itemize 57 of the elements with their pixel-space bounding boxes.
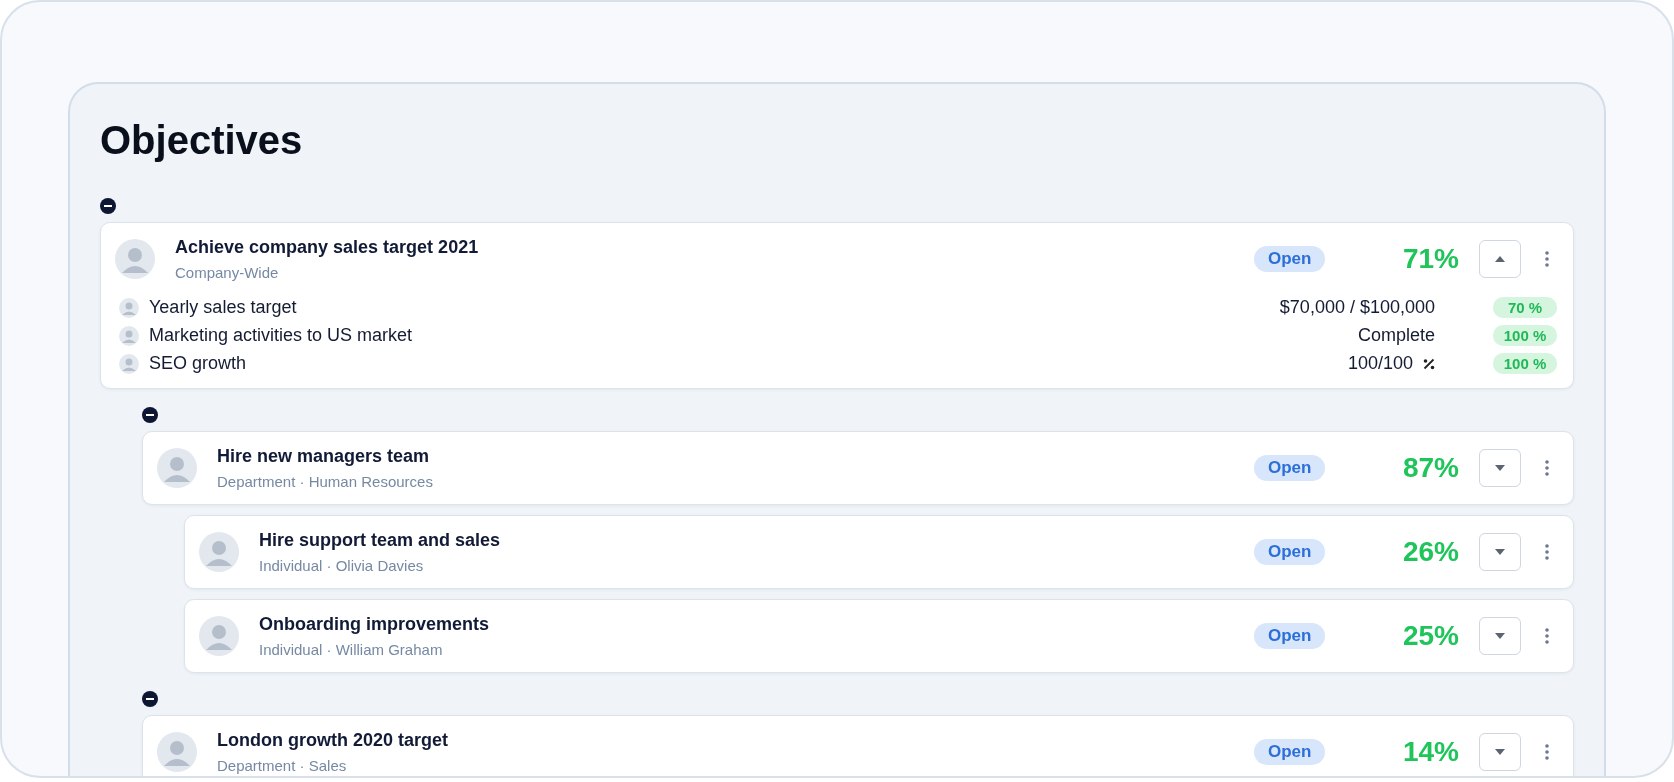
key-result-name: SEO growth	[149, 353, 248, 374]
key-result-percent-badge: 100 %	[1493, 353, 1557, 374]
objective-subtitle: Department · Sales	[217, 757, 348, 774]
progress-percent: 26%	[1401, 536, 1459, 568]
progress-percent: 87%	[1401, 452, 1459, 484]
more-options-icon[interactable]	[1545, 460, 1549, 476]
objective-title: Hire support team and sales	[259, 530, 502, 551]
collapse-icon[interactable]	[100, 198, 116, 214]
status-badge: Open	[1254, 739, 1326, 765]
key-result-name: Yearly sales target	[149, 297, 298, 318]
avatar-icon	[119, 297, 139, 318]
more-options-icon[interactable]	[1545, 628, 1549, 644]
expand-toggle-button[interactable]	[1479, 449, 1521, 487]
page-title: Objectives	[100, 117, 304, 164]
objective-title: Achieve company sales target 2021	[175, 237, 480, 258]
expand-toggle-button[interactable]	[1479, 240, 1521, 278]
percent-icon	[1423, 357, 1435, 370]
objective-subtitle: Individual · Olivia Davies	[259, 557, 425, 574]
collapse-icon[interactable]	[142, 407, 158, 423]
avatar-icon	[157, 448, 197, 488]
objective-subtitle: Individual · William Graham	[259, 641, 444, 658]
more-options-icon[interactable]	[1545, 251, 1549, 267]
status-badge: Open	[1254, 539, 1326, 565]
status-badge: Open	[1254, 246, 1326, 272]
key-result-percent-badge: 100 %	[1493, 325, 1557, 346]
avatar-icon	[157, 732, 197, 772]
status-badge: Open	[1254, 623, 1326, 649]
caret-icon	[1495, 749, 1505, 755]
avatar-icon	[199, 616, 239, 656]
objective-title: Onboarding improvements	[259, 614, 491, 635]
progress-percent: 71%	[1401, 243, 1459, 275]
avatar-icon	[119, 325, 139, 346]
key-result-value: Complete	[1357, 325, 1435, 346]
more-options-icon[interactable]	[1545, 744, 1549, 760]
expand-toggle-button[interactable]	[1479, 733, 1521, 771]
expand-toggle-button[interactable]	[1479, 617, 1521, 655]
avatar-icon	[199, 532, 239, 572]
progress-percent: 14%	[1401, 736, 1459, 768]
expand-toggle-button[interactable]	[1479, 533, 1521, 571]
more-options-icon[interactable]	[1545, 544, 1549, 560]
objective-subtitle: Company-Wide	[175, 264, 280, 281]
key-result-percent-badge: 70 %	[1493, 297, 1557, 318]
key-result-name: Marketing activities to US market	[149, 325, 414, 346]
caret-icon	[1495, 256, 1505, 262]
key-result-value: $70,000 / $100,000	[1279, 297, 1435, 318]
status-badge: Open	[1254, 455, 1326, 481]
caret-icon	[1495, 465, 1505, 471]
caret-icon	[1495, 633, 1505, 639]
progress-percent: 25%	[1401, 620, 1459, 652]
avatar-icon	[115, 239, 155, 279]
collapse-icon[interactable]	[142, 691, 158, 707]
caret-icon	[1495, 549, 1505, 555]
key-result-value: 100/100	[1347, 353, 1413, 374]
objective-subtitle: Department · Human Resources	[217, 473, 434, 490]
objective-title: Hire new managers team	[217, 446, 431, 467]
objective-title: London growth 2020 target	[217, 730, 449, 751]
avatar-icon	[119, 353, 139, 374]
